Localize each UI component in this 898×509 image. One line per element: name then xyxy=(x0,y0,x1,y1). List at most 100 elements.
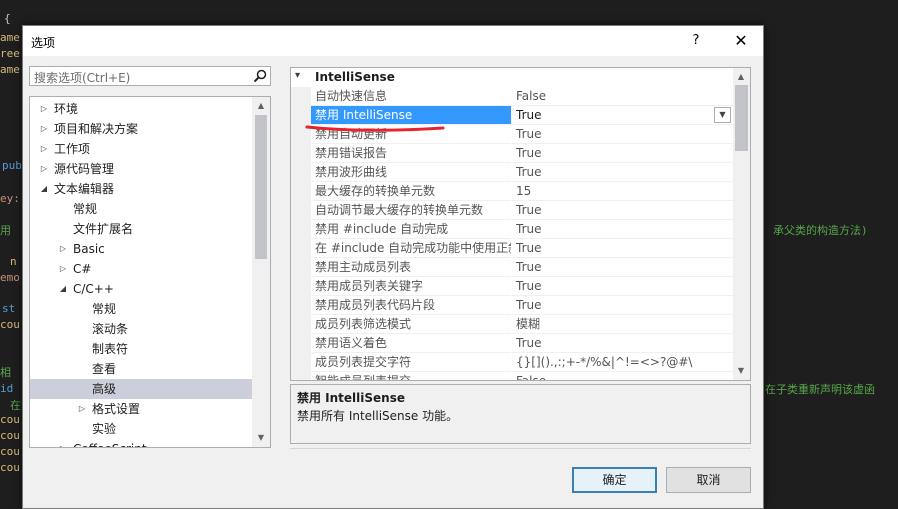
expand-arrow-icon[interactable]: ▷ xyxy=(57,259,69,279)
expand-arrow-icon[interactable]: ▷ xyxy=(38,139,50,159)
property-value[interactable]: True xyxy=(512,144,733,163)
tree-item[interactable]: ▷ 格式设置 xyxy=(30,399,254,419)
property-row[interactable]: 自动快速信息 False xyxy=(291,87,733,106)
collapse-chevron-icon[interactable]: ▾ xyxy=(295,70,300,81)
options-tree[interactable]: ▷ CoffeeScript 实验 ▷ 格式设置 高级 查看 制表符 滚动条 常规 ◢ C/C++ ▷ C… xyxy=(29,96,271,448)
tree-item[interactable]: 常规 xyxy=(30,299,254,319)
tree-item[interactable]: 文件扩展名 xyxy=(30,219,254,239)
property-name[interactable]: 最大缓存的转换单元数 xyxy=(311,182,511,201)
scroll-thumb[interactable] xyxy=(735,85,748,151)
expand-arrow-icon[interactable]: ▷ xyxy=(76,399,88,419)
property-row[interactable]: 智能成员列表提交 False xyxy=(291,372,733,380)
expand-arrow-icon[interactable]: ▷ xyxy=(57,439,69,447)
property-value[interactable]: True xyxy=(512,239,733,258)
property-row[interactable]: 禁用成员列表代码片段 True xyxy=(291,296,733,315)
property-row[interactable]: 禁用成员列表关键字 True xyxy=(291,277,733,296)
property-row[interactable]: 禁用错误报告 True xyxy=(291,144,733,163)
tree-item[interactable]: 滚动条 xyxy=(30,319,254,339)
tree-item[interactable]: 常规 xyxy=(30,199,254,219)
collapse-arrow-icon[interactable]: ◢ xyxy=(38,179,50,199)
tree-item-label: 文本编辑器 xyxy=(54,182,115,196)
property-value[interactable]: True xyxy=(512,106,733,125)
property-name[interactable]: 智能成员列表提交 xyxy=(311,372,511,380)
tree-item[interactable]: ◢ C/C++ xyxy=(30,279,254,299)
property-row[interactable]: 禁用主动成员列表 True xyxy=(291,258,733,277)
grid-scrollbar[interactable]: ▲ ▼ xyxy=(733,68,750,380)
property-value[interactable]: 模糊 xyxy=(512,315,733,334)
property-name[interactable]: 禁用语义着色 xyxy=(311,334,511,353)
property-row[interactable]: 成员列表筛选模式 模糊 xyxy=(291,315,733,334)
property-row[interactable]: 在 #include 自动完成功能中使用正斜杠 True xyxy=(291,239,733,258)
property-value[interactable]: True xyxy=(512,296,733,315)
tree-scrollbar[interactable]: ▲ ▼ xyxy=(252,97,270,447)
property-name[interactable]: 禁用 IntelliSense xyxy=(311,106,511,125)
tree-item[interactable]: 查看 xyxy=(30,359,254,379)
tree-item[interactable]: 高级 xyxy=(30,379,254,399)
scroll-down-arrow[interactable]: ▼ xyxy=(733,363,749,379)
property-value[interactable]: False xyxy=(512,372,733,380)
property-row[interactable]: 禁用波形曲线 True xyxy=(291,163,733,182)
property-name[interactable]: 成员列表提交字符 xyxy=(311,353,511,372)
property-row[interactable]: 禁用语义着色 True xyxy=(291,334,733,353)
property-value[interactable]: True xyxy=(512,201,733,220)
property-row[interactable]: 禁用 #include 自动完成 True xyxy=(291,220,733,239)
property-name[interactable]: 禁用错误报告 xyxy=(311,144,511,163)
property-row[interactable]: 禁用 IntelliSense True ▼ xyxy=(291,106,733,125)
property-value[interactable]: True xyxy=(512,277,733,296)
property-row[interactable]: 成员列表提交字符 {}[]().,:;+-*/%&|^!=<>?@#\ xyxy=(291,353,733,372)
property-value[interactable]: True xyxy=(512,258,733,277)
close-button[interactable]: ✕ xyxy=(729,30,753,52)
scroll-up-arrow[interactable]: ▲ xyxy=(253,98,269,114)
property-value[interactable]: {}[]().,:;+-*/%&|^!=<>?@#\ xyxy=(512,353,733,372)
tree-item[interactable]: 实验 xyxy=(30,419,254,439)
property-value[interactable]: False xyxy=(512,87,733,106)
property-name[interactable]: 禁用 #include 自动完成 xyxy=(311,220,511,239)
scroll-down-arrow[interactable]: ▼ xyxy=(253,430,269,446)
tree-item[interactable]: ▷ Basic xyxy=(30,239,254,259)
search-options-input[interactable]: 搜索选项(Ctrl+E) xyxy=(29,66,271,86)
scroll-thumb[interactable] xyxy=(255,115,267,259)
tree-item-label: 查看 xyxy=(92,362,117,376)
tree-item[interactable]: ▷ 源代码管理 xyxy=(30,159,254,179)
expand-arrow-icon[interactable]: ▷ xyxy=(38,159,50,179)
editor-code-fragment: cou xyxy=(0,318,20,331)
property-name[interactable]: 禁用成员列表关键字 xyxy=(311,277,511,296)
cancel-button[interactable]: 取消 xyxy=(666,467,751,493)
property-name[interactable]: 在 #include 自动完成功能中使用正斜杠 xyxy=(311,239,511,258)
tree-item[interactable]: ▷ 项目和解决方案 xyxy=(30,119,254,139)
tree-item[interactable]: ▷ CoffeeScript xyxy=(30,439,254,447)
property-grid[interactable]: ▾ IntelliSense ▲ ▼ 自动快速信息 False 禁用 Intelli… xyxy=(290,67,751,381)
property-value[interactable]: True xyxy=(512,334,733,353)
scroll-up-arrow[interactable]: ▲ xyxy=(733,69,749,85)
editor-code-fragment: 用 xyxy=(0,224,11,237)
tree-item[interactable]: ▷ 工作项 xyxy=(30,139,254,159)
dropdown-chevron-icon[interactable]: ▼ xyxy=(714,107,731,123)
options-dialog: 选项 ? ✕ 搜索选项(Ctrl+E) ▷ CoffeeScript 实验 ▷ 格式设置… xyxy=(22,25,764,509)
search-icon[interactable] xyxy=(252,68,268,84)
category-title: IntelliSense xyxy=(315,70,395,84)
category-header[interactable]: ▾ IntelliSense xyxy=(291,68,731,87)
property-value[interactable]: True xyxy=(512,125,733,144)
ok-button[interactable]: 确定 xyxy=(572,467,657,493)
tree-item[interactable]: ▷ 环境 xyxy=(30,99,254,119)
expand-arrow-icon[interactable]: ▷ xyxy=(38,119,50,139)
expand-arrow-icon[interactable]: ▷ xyxy=(38,99,50,119)
expand-arrow-icon[interactable]: ▷ xyxy=(57,239,69,259)
property-row[interactable]: 最大缓存的转换单元数 15 xyxy=(291,182,733,201)
property-name[interactable]: 自动快速信息 xyxy=(311,87,511,106)
property-value[interactable]: 15 xyxy=(512,182,733,201)
property-name[interactable]: 禁用波形曲线 xyxy=(311,163,511,182)
property-value[interactable]: True xyxy=(512,220,733,239)
property-name[interactable]: 禁用成员列表代码片段 xyxy=(311,296,511,315)
property-value[interactable]: True xyxy=(512,163,733,182)
property-name[interactable]: 成员列表筛选模式 xyxy=(311,315,511,334)
property-name[interactable]: 禁用主动成员列表 xyxy=(311,258,511,277)
property-row[interactable]: 自动调节最大缓存的转换单元数 True xyxy=(291,201,733,220)
tree-item[interactable]: ▷ C# xyxy=(30,259,254,279)
tree-item[interactable]: 制表符 xyxy=(30,339,254,359)
property-name[interactable]: 自动调节最大缓存的转换单元数 xyxy=(311,201,511,220)
editor-code-fragment: 承父类的构造方法) xyxy=(773,224,868,237)
collapse-arrow-icon[interactable]: ◢ xyxy=(57,279,69,299)
tree-item[interactable]: ◢ 文本编辑器 xyxy=(30,179,254,199)
help-button[interactable]: ? xyxy=(685,30,707,52)
